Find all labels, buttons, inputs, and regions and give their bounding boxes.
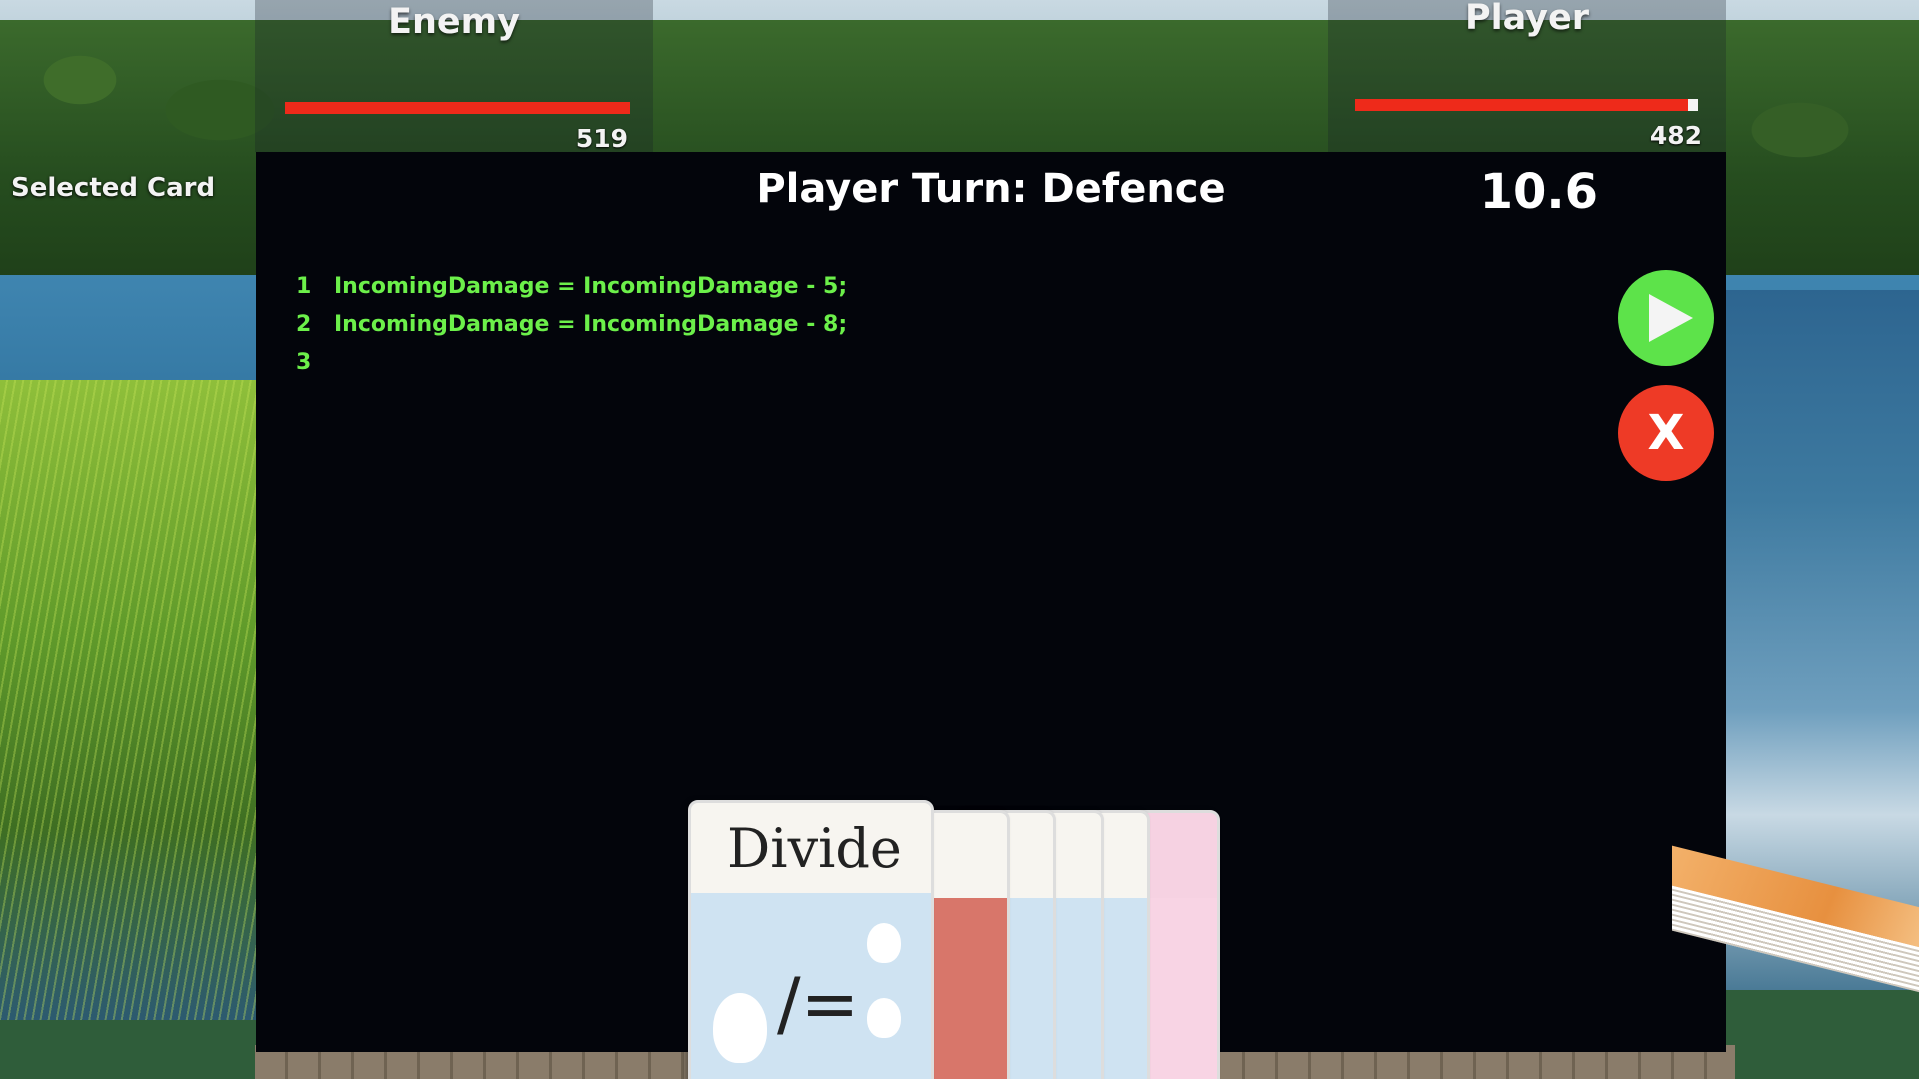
player-label: Player <box>1464 0 1589 38</box>
player-health-fill <box>1355 99 1688 111</box>
enemy-hud: Enemy 519 <box>255 0 653 153</box>
player-health-bar <box>1355 99 1698 111</box>
clear-button[interactable]: X <box>1618 385 1714 481</box>
code-line: 2 IncomingDamage = IncomingDamage - 8; <box>296 305 847 343</box>
code-text: IncomingDamage = IncomingDamage - 5; <box>334 273 848 299</box>
player-health-value: 482 <box>1649 121 1702 150</box>
line-number: 3 <box>296 349 312 375</box>
run-button[interactable] <box>1618 270 1714 366</box>
selected-card-label: Selected Card <box>11 173 216 203</box>
selected-hand-card[interactable]: Divide /= <box>688 800 934 1079</box>
duck-icon <box>713 993 767 1063</box>
reeds <box>0 380 270 1020</box>
enemy-label: Enemy <box>388 2 520 42</box>
code-text: IncomingDamage = IncomingDamage - 8; <box>334 311 848 337</box>
card-operator: /= <box>777 963 860 1045</box>
code-line: 3 <box>296 343 847 381</box>
card-title: Divide <box>727 817 902 880</box>
card-hand: = = = + = Divide /= <box>688 800 1220 1079</box>
enemy-health-bar <box>285 102 630 114</box>
duck-icon <box>867 923 901 963</box>
play-icon <box>1649 294 1693 342</box>
line-number: 2 <box>296 311 312 337</box>
line-number: 1 <box>296 273 312 299</box>
clear-label: X <box>1647 405 1685 461</box>
turn-timer: 10.6 <box>1479 164 1598 220</box>
player-hud: Player 482 <box>1328 0 1726 152</box>
enemy-health-value: 519 <box>575 124 628 153</box>
duck-icon <box>867 998 901 1038</box>
code-editor[interactable]: 1 IncomingDamage = IncomingDamage - 5; 2… <box>296 267 847 381</box>
enemy-health-fill <box>285 102 630 114</box>
code-line: 1 IncomingDamage = IncomingDamage - 5; <box>296 267 847 305</box>
